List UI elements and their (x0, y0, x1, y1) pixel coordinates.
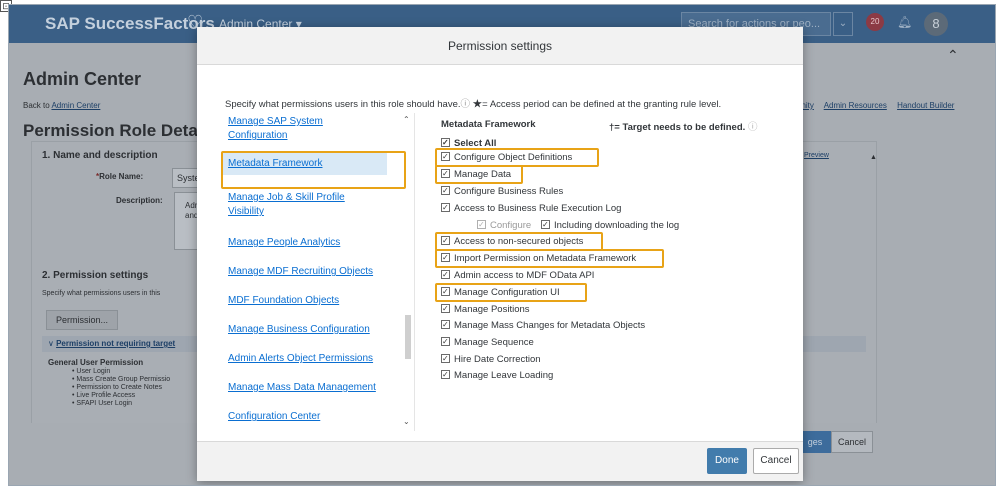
permission-group-label[interactable]: Permission not requiring target (56, 339, 175, 348)
perm-configure-business-rules[interactable]: Configure Business Rules (441, 184, 564, 199)
checkbox-icon[interactable] (541, 218, 550, 232)
top-link-handout-builder[interactable]: Handout Builder (897, 101, 954, 110)
perm-manage-sequence[interactable]: Manage Sequence (441, 335, 534, 350)
section-title: Metadata Framework (441, 119, 536, 130)
intro-note: ★= Access period can be defined at the g… (472, 99, 722, 110)
section-name-description: 1. Name and description (42, 150, 158, 161)
perm-label: Manage Sequence (454, 337, 534, 348)
highlight-metadata-framework (221, 151, 406, 189)
avatar[interactable]: 8 (924, 12, 948, 36)
scroll-down-icon[interactable]: ⌄ (403, 417, 410, 426)
perm-hire-date-correction[interactable]: Hire Date Correction (441, 352, 541, 367)
intro-text: Specify what permissions users in this r… (225, 99, 461, 110)
back-link-admin-center[interactable]: Admin Center (51, 101, 100, 110)
top-link-admin-resources[interactable]: Admin Resources (824, 101, 887, 110)
permission-settings-dialog: Permission settings Specify what permiss… (197, 27, 803, 481)
dialog-footer: Done Cancel (197, 441, 803, 481)
cancel-button[interactable]: Cancel (753, 448, 799, 474)
page-title: Admin Center (23, 69, 142, 89)
list-item: Mass Create Group Permissio (72, 376, 170, 384)
perm-manage-leave-loading[interactable]: Manage Leave Loading (441, 368, 554, 383)
notification-badge[interactable]: 20 (866, 13, 884, 31)
scrollbar-thumb[interactable] (405, 315, 411, 359)
dialog-title: Permission settings (197, 27, 803, 65)
checkbox-icon[interactable] (441, 352, 450, 366)
list-item: Live Profile Access (72, 392, 170, 400)
done-button[interactable]: Done (707, 448, 747, 474)
highlight-import-permission (435, 249, 664, 268)
perm-manage-positions[interactable]: Manage Positions (441, 302, 530, 317)
checkbox-icon[interactable] (441, 268, 450, 282)
checkbox-icon[interactable] (441, 318, 450, 332)
general-user-permission-title: General User Permission (48, 358, 144, 367)
role-name-label: *Role Name: (96, 172, 144, 181)
card-scrollbar[interactable]: ▲ (870, 146, 877, 446)
perm-label: Configure (490, 220, 532, 231)
screen: ⊡ SAP SuccessFactors ♡ Admin Center ▾ Se… (0, 0, 1003, 491)
nav-item-configuration-center[interactable]: Configuration Center (228, 410, 378, 424)
page-cancel-button[interactable]: Cancel (831, 431, 873, 453)
browser-frame: SAP SuccessFactors ♡ Admin Center ▾ Sear… (8, 4, 996, 486)
checkbox-icon[interactable] (441, 368, 450, 382)
bell-icon[interactable]: 🔔︎ (897, 15, 912, 29)
target-note-text: †= Target needs to be defined. (609, 122, 746, 133)
dialog-intro: Specify what permissions users in this r… (225, 96, 721, 110)
checkbox-icon[interactable] (441, 136, 450, 150)
top-links: unity Admin Resources Handout Builder (797, 101, 962, 110)
nav-item-manage-mdf-recruiting-objects[interactable]: Manage MDF Recruiting Objects (228, 265, 378, 279)
permission-checklist: Metadata Framework †= Target needs to be… (435, 113, 781, 413)
info-icon[interactable]: ⓘ (748, 122, 758, 133)
target-note: †= Target needs to be defined. ⓘ (609, 119, 757, 133)
role-name-label-text: Role Name: (99, 172, 144, 181)
perm-label: Access to Business Rule Execution Log (454, 203, 622, 214)
perm-label: Manage Leave Loading (454, 370, 554, 381)
list-item: Permission to Create Notes (72, 384, 170, 392)
category-list-scrollbar[interactable]: ⌃ ⌄ (403, 113, 413, 431)
checkbox-icon[interactable] (441, 335, 450, 349)
chevron-up-icon[interactable]: ⌃ (947, 47, 959, 64)
back-prefix: Back to (23, 101, 50, 110)
general-permission-list: User Login Mass Create Group Permissio P… (72, 368, 170, 408)
description-label: Description: (116, 196, 163, 205)
checkbox-icon[interactable] (441, 201, 450, 215)
perm-label: Hire Date Correction (454, 354, 541, 365)
perm-label: Manage Mass Changes for Metadata Objects (454, 320, 646, 331)
nav-item-mdf-foundation-objects[interactable]: MDF Foundation Objects (228, 294, 378, 308)
highlight-manage-data (435, 165, 523, 184)
spec-text: Specify what permissions users in this (42, 290, 161, 297)
highlight-manage-configuration-ui (435, 283, 587, 302)
checkbox-icon[interactable] (441, 184, 450, 198)
perm-label: Including downloading the log (554, 220, 680, 231)
chevron-down-icon[interactable]: ⌄ (833, 12, 853, 36)
checkbox-icon (477, 218, 486, 232)
perm-admin-access-odata[interactable]: Admin access to MDF OData API (441, 268, 595, 283)
preview-link[interactable]: Preview (804, 152, 829, 159)
nav-item-manage-sap-system-configuration[interactable]: Manage SAP System Configuration (228, 115, 378, 143)
nav-item-manage-mass-data-management[interactable]: Manage Mass Data Management (228, 381, 378, 395)
back-link: Back to Admin Center (23, 101, 100, 110)
role-title: Permission Role Deta (23, 121, 198, 140)
perm-label: Admin access to MDF OData API (454, 270, 595, 281)
nav-item-manage-people-analytics[interactable]: Manage People Analytics (228, 236, 378, 250)
scroll-up-icon[interactable]: ⌃ (403, 115, 410, 124)
nav-item-admin-alerts-object-permissions[interactable]: Admin Alerts Object Permissions (228, 352, 378, 366)
perm-manage-mass-changes[interactable]: Manage Mass Changes for Metadata Objects (441, 318, 646, 333)
perm-access-business-rule-log[interactable]: Access to Business Rule Execution Log (441, 201, 622, 216)
perm-label: Configure Business Rules (454, 186, 564, 197)
save-changes-button[interactable]: ges (799, 431, 831, 453)
nav-item-manage-business-configuration[interactable]: Manage Business Configuration (228, 323, 378, 337)
list-item: SFAPI User Login (72, 400, 170, 408)
nav-item-manage-job-skill-profile-visibility[interactable]: Manage Job & Skill Profile Visibility (228, 191, 378, 219)
perm-label: Manage Positions (454, 304, 530, 315)
info-icon[interactable]: ⓘ (461, 99, 471, 110)
perm-including-downloading-log[interactable]: Including downloading the log (541, 218, 680, 233)
checkbox-icon[interactable] (441, 302, 450, 316)
list-item: User Login (72, 368, 170, 376)
permission-button[interactable]: Permission... (46, 310, 118, 330)
section-permission-settings: 2. Permission settings (42, 270, 149, 281)
perm-configure-sub: Configure (477, 218, 532, 233)
